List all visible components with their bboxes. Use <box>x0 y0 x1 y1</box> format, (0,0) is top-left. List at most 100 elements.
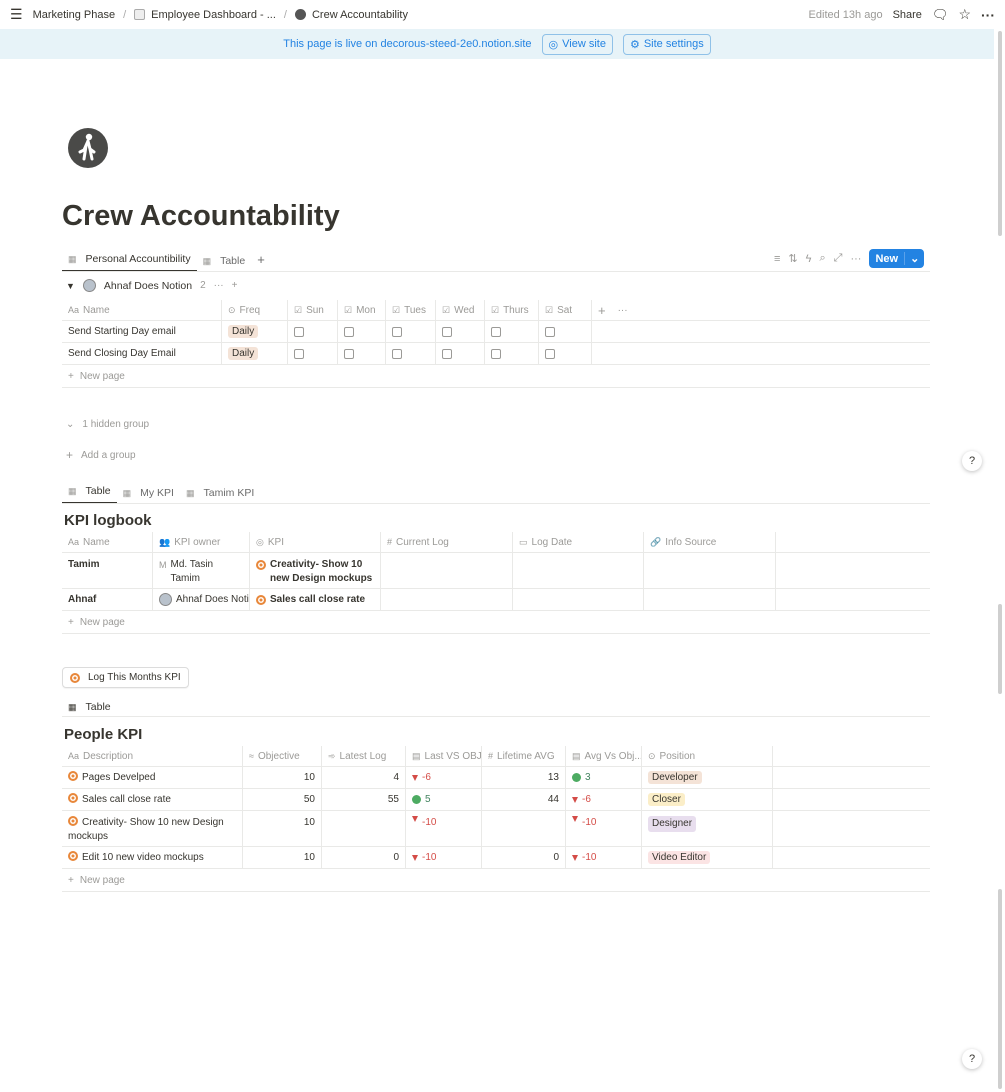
objective-cell[interactable]: 10 <box>243 847 322 868</box>
group-add-icon[interactable]: + <box>232 280 238 291</box>
position-cell[interactable]: Developer <box>642 767 773 788</box>
column-header-latest-log[interactable]: ➾ Latest Log <box>322 746 406 766</box>
checkbox[interactable] <box>491 348 501 359</box>
avg-vs-obj-cell[interactable]: 3 <box>566 767 642 788</box>
wed-cell[interactable] <box>436 343 485 364</box>
kpi-link[interactable]: Sales call close rate <box>270 594 365 605</box>
column-header-lifetime-avg[interactable]: # Lifetime AVG <box>482 746 566 766</box>
info-source-cell[interactable] <box>644 589 776 610</box>
row-name[interactable]: Tamim <box>62 553 153 588</box>
new-page-row[interactable]: + New page <box>62 365 930 388</box>
group-more-icon[interactable]: ··· <box>214 280 224 291</box>
kpi-link[interactable]: Creativity- Show 10 new Design mockups <box>270 558 374 586</box>
column-header-mon[interactable]: ☑ Mon <box>338 300 386 320</box>
checkbox[interactable] <box>344 326 354 337</box>
sort-icon[interactable]: ⇅ <box>788 252 797 265</box>
chevron-down-icon[interactable]: ⌄ <box>904 252 924 265</box>
log-date-cell[interactable] <box>513 553 644 588</box>
checkbox[interactable] <box>442 348 452 359</box>
last-vs-obj-cell[interactable]: 5 <box>406 789 482 810</box>
breadcrumb-item-current[interactable]: Crew Accountability <box>312 9 408 21</box>
position-cell[interactable]: Closer <box>642 789 773 810</box>
more-options-icon[interactable]: ··· <box>850 253 861 265</box>
new-button[interactable]: New ⌄ <box>869 249 925 268</box>
last-vs-obj-cell[interactable]: -6 <box>406 767 482 788</box>
wed-cell[interactable] <box>436 321 485 342</box>
thurs-cell[interactable] <box>485 321 539 342</box>
avg-vs-obj-cell[interactable]: -10 <box>566 847 642 868</box>
owner-cell[interactable]: M Md. Tasin Tamim <box>153 553 250 588</box>
checkbox[interactable] <box>545 326 555 337</box>
row-name[interactable]: Send Starting Day email <box>62 321 222 342</box>
table-row[interactable]: Send Closing Day Email Daily <box>62 343 930 365</box>
column-header-current-log[interactable]: # Current Log <box>381 532 513 552</box>
tab-my-kpi[interactable]: ▦ My KPI <box>117 487 180 504</box>
breadcrumb-item-dashboard[interactable]: Employee Dashboard - ... <box>151 9 276 21</box>
last-vs-obj-cell[interactable]: -10 <box>406 811 482 846</box>
collapse-triangle-icon[interactable]: ▼ <box>66 281 75 291</box>
column-header-wed[interactable]: ☑ Wed <box>436 300 485 320</box>
more-icon[interactable]: ··· <box>618 305 628 316</box>
table-row[interactable]: Ahnaf Ahnaf Does Notion Sales call close… <box>62 589 930 611</box>
db2-title[interactable]: KPI logbook <box>64 512 152 529</box>
column-header-position[interactable]: ⊙ Position <box>642 746 773 766</box>
description-cell[interactable]: Creativity- Show 10 new Design mockups <box>62 811 243 846</box>
objective-cell[interactable]: 50 <box>243 789 322 810</box>
column-header-objective[interactable]: ≈ Objective <box>243 746 322 766</box>
hidden-group-toggle[interactable]: ⌄ 1 hidden group <box>66 419 149 430</box>
latest-log-cell[interactable]: 0 <box>322 847 406 868</box>
automation-icon[interactable]: ϟ <box>806 253 812 265</box>
position-cell[interactable]: Designer <box>642 811 773 846</box>
column-header-freq[interactable]: ⊙ Freq <box>222 300 288 320</box>
log-date-cell[interactable] <box>513 589 644 610</box>
owner-cell[interactable]: Ahnaf Does Notion <box>153 589 250 610</box>
column-header-description[interactable]: Aa Description <box>62 746 243 766</box>
column-header-sun[interactable]: ☑ Sun <box>288 300 338 320</box>
lifetime-avg-cell[interactable]: 44 <box>482 789 566 810</box>
checkbox[interactable] <box>442 326 452 337</box>
kpi-cell[interactable]: Creativity- Show 10 new Design mockups <box>250 553 381 588</box>
help-icon[interactable]: ? <box>962 1049 982 1069</box>
comment-icon[interactable]: 🗨 <box>932 7 949 23</box>
checkbox[interactable] <box>545 348 555 359</box>
lifetime-avg-cell[interactable]: 0 <box>482 847 566 868</box>
table-row[interactable]: Tamim M Md. Tasin Tamim Creativity- Show … <box>62 553 930 589</box>
table-row[interactable]: Pages Develped 10 4 -6 13 3 Developer <box>62 767 930 789</box>
add-view-button[interactable]: + <box>251 252 271 272</box>
tab-tamim-kpi[interactable]: ▦ Tamim KPI <box>180 487 260 504</box>
checkbox[interactable] <box>392 326 402 337</box>
tab-personal-accountibility[interactable]: ▦ Personal Accountibility <box>62 253 197 272</box>
menu-icon[interactable]: ☰ <box>10 6 23 23</box>
column-header-owner[interactable]: 👥 KPI owner <box>153 532 250 552</box>
more-icon[interactable]: ··· <box>981 7 995 23</box>
tues-cell[interactable] <box>386 321 436 342</box>
current-log-cell[interactable] <box>381 553 513 588</box>
last-vs-obj-cell[interactable]: -10 <box>406 847 482 868</box>
description-link[interactable]: Pages Develped <box>82 772 155 783</box>
checkbox[interactable] <box>344 348 354 359</box>
description-cell[interactable]: Sales call close rate <box>62 789 243 810</box>
avg-vs-obj-cell[interactable]: -6 <box>566 789 642 810</box>
checkbox[interactable] <box>392 348 402 359</box>
objective-cell[interactable]: 10 <box>243 811 322 846</box>
column-header-thurs[interactable]: ☑ Thurs <box>485 300 539 320</box>
column-header-kpi[interactable]: ◎ KPI <box>250 532 381 552</box>
row-name[interactable]: Ahnaf <box>62 589 153 610</box>
table-row[interactable]: Sales call close rate 50 55 5 44 -6 Clos… <box>62 789 930 811</box>
site-settings-button[interactable]: ⚙ Site settings <box>622 33 711 55</box>
new-page-row[interactable]: + New page <box>62 611 930 634</box>
column-header-info-source[interactable]: 🔗 Info Source <box>644 532 776 552</box>
accessibility-page-icon[interactable] <box>68 128 108 168</box>
tab-table[interactable]: ▦ Table <box>197 255 252 272</box>
position-cell[interactable]: Video Editor <box>642 847 773 868</box>
info-source-cell[interactable] <box>644 553 776 588</box>
column-header-name[interactable]: Aa Name <box>62 532 153 552</box>
page-title[interactable]: Crew Accountability <box>62 200 340 233</box>
checkbox[interactable] <box>294 348 304 359</box>
plus-icon[interactable]: + <box>598 303 606 318</box>
latest-log-cell[interactable]: 55 <box>322 789 406 810</box>
avg-vs-obj-cell[interactable]: -10 <box>566 811 642 846</box>
view-site-button[interactable]: ◎ View site <box>541 33 613 55</box>
row-name[interactable]: Send Closing Day Email <box>62 343 222 364</box>
search-icon[interactable]: ⌕ <box>819 252 825 265</box>
